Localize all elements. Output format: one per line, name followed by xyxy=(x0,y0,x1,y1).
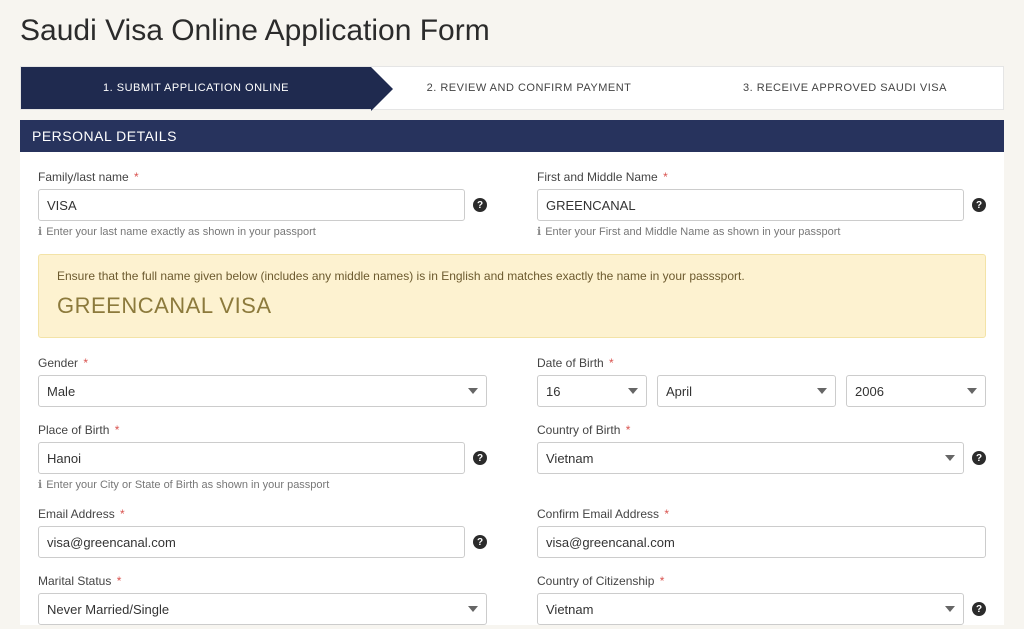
label-gender: Gender * xyxy=(38,356,487,370)
step-1-submit[interactable]: 1. SUBMIT APPLICATION ONLINE xyxy=(21,67,371,109)
label-marital-status: Marital Status * xyxy=(38,574,487,588)
dob-month-select[interactable]: April xyxy=(657,375,836,407)
question-icon[interactable]: ? xyxy=(972,451,986,465)
notice-text: Ensure that the full name given below (i… xyxy=(57,269,967,283)
full-name-notice: Ensure that the full name given below (i… xyxy=(38,254,986,338)
label-place-of-birth: Place of Birth * xyxy=(38,423,487,437)
dob-year-select[interactable]: 2006 xyxy=(846,375,986,407)
label-confirm-email: Confirm Email Address * xyxy=(537,507,986,521)
step-2-review[interactable]: 2. REVIEW AND CONFIRM PAYMENT xyxy=(371,67,687,109)
notice-full-name: GREENCANAL VISA xyxy=(57,293,967,319)
label-country-of-birth: Country of Birth * xyxy=(537,423,986,437)
section-header-personal: PERSONAL DETAILS xyxy=(20,120,1004,152)
first-name-input[interactable] xyxy=(537,189,964,221)
citizenship-select[interactable]: Vietnam xyxy=(537,593,964,625)
question-icon[interactable]: ? xyxy=(972,198,986,212)
label-email: Email Address * xyxy=(38,507,487,521)
marital-status-select[interactable]: Never Married/Single xyxy=(38,593,487,625)
step-3-receive[interactable]: 3. RECEIVE APPROVED SAUDI VISA xyxy=(687,67,1003,109)
hint-last-name: Enter your last name exactly as shown in… xyxy=(38,225,487,238)
label-citizenship: Country of Citizenship * xyxy=(537,574,986,588)
gender-select[interactable]: Male xyxy=(38,375,487,407)
question-icon[interactable]: ? xyxy=(473,535,487,549)
page-title: Saudi Visa Online Application Form xyxy=(0,0,1024,66)
last-name-input[interactable] xyxy=(38,189,465,221)
label-first-name: First and Middle Name * xyxy=(537,170,986,184)
hint-first-name: Enter your First and Middle Name as show… xyxy=(537,225,986,238)
question-icon[interactable]: ? xyxy=(473,198,487,212)
email-input[interactable] xyxy=(38,526,465,558)
question-icon[interactable]: ? xyxy=(972,602,986,616)
label-dob: Date of Birth * xyxy=(537,356,986,370)
confirm-email-input[interactable] xyxy=(537,526,986,558)
label-last-name: Family/last name * xyxy=(38,170,487,184)
progress-stepper: 1. SUBMIT APPLICATION ONLINE 2. REVIEW A… xyxy=(20,66,1004,110)
info-icon xyxy=(537,225,541,238)
dob-day-select[interactable]: 16 xyxy=(537,375,647,407)
question-icon[interactable]: ? xyxy=(473,451,487,465)
form-personal-details: Family/last name * ? Enter your last nam… xyxy=(20,152,1004,625)
place-of-birth-input[interactable] xyxy=(38,442,465,474)
hint-place-of-birth: Enter your City or State of Birth as sho… xyxy=(38,478,487,491)
info-icon xyxy=(38,225,42,238)
info-icon xyxy=(38,478,42,491)
country-of-birth-select[interactable]: Vietnam xyxy=(537,442,964,474)
